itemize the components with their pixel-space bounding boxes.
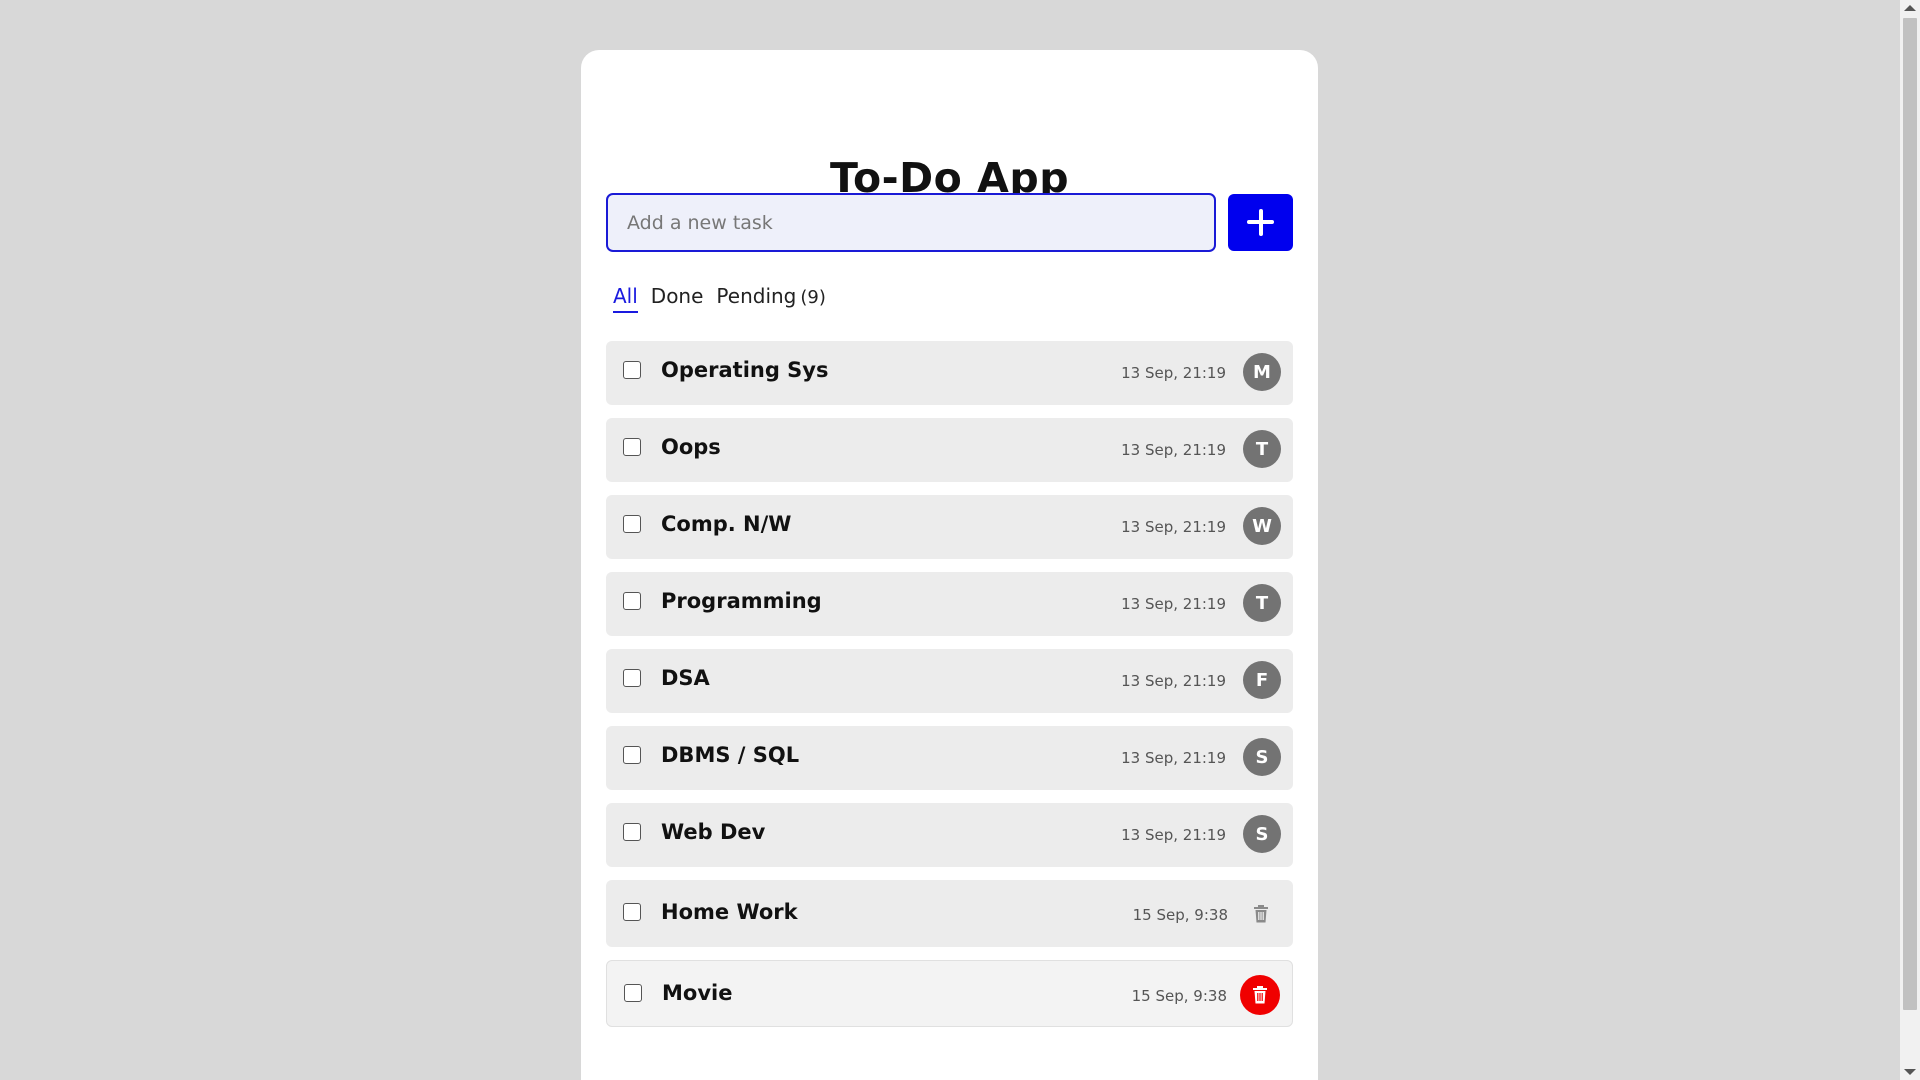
task-checkbox[interactable] [623,592,641,610]
task-item: Comp. N/W 13 Sep, 21:19 W [606,495,1293,559]
task-name: Programming [661,589,822,613]
task-name: DSA [661,666,710,690]
task-item: Home Work 15 Sep, 9:38 [606,880,1293,947]
task-timestamp: 15 Sep, 9:38 [1132,906,1228,924]
pending-count: (9) [800,287,826,308]
task-item: Web Dev 13 Sep, 21:19 S [606,803,1293,867]
task-timestamp: 13 Sep, 21:19 [1121,518,1226,536]
trash-icon [1254,905,1268,923]
avatar: S [1243,738,1281,776]
task-timestamp: 13 Sep, 21:19 [1121,364,1226,382]
task-checkbox[interactable] [623,438,641,456]
add-task-button[interactable] [1228,194,1293,251]
trash-icon [1253,986,1267,1004]
task-checkbox[interactable] [623,669,641,687]
avatar: W [1243,507,1281,545]
task-name: Comp. N/W [661,512,792,536]
todo-card: To-Do App All Done Pending(9) Operating … [581,50,1318,1080]
avatar: T [1243,584,1281,622]
task-item: DBMS / SQL 13 Sep, 21:19 S [606,726,1293,790]
task-list: Operating Sys 13 Sep, 21:19 M Oops 13 Se… [606,341,1293,1040]
task-timestamp: 13 Sep, 21:19 [1121,672,1226,690]
task-item: Programming 13 Sep, 21:19 T [606,572,1293,636]
task-checkbox[interactable] [623,823,641,841]
tab-pending-label: Pending [716,284,797,308]
task-timestamp: 13 Sep, 21:19 [1121,826,1226,844]
filter-tabs: All Done Pending (9) [613,284,826,313]
tab-all[interactable]: All [613,284,638,313]
tab-done[interactable]: Done [651,284,704,313]
task-item: Movie 15 Sep, 9:38 [606,960,1293,1027]
task-timestamp: 13 Sep, 21:19 [1121,749,1226,767]
avatar: F [1243,661,1281,699]
page-scrollbar[interactable] [1900,0,1920,1080]
task-item: DSA 13 Sep, 21:19 F [606,649,1293,713]
task-name: Web Dev [661,820,766,844]
avatar: S [1243,815,1281,853]
delete-task-button[interactable] [1240,975,1280,1015]
task-item: Oops 13 Sep, 21:19 T [606,418,1293,482]
task-checkbox[interactable] [624,984,642,1002]
task-name: Movie [662,981,733,1005]
avatar: M [1243,353,1281,391]
scroll-thumb[interactable] [1903,18,1917,1010]
task-checkbox[interactable] [623,515,641,533]
task-timestamp: 15 Sep, 9:38 [1131,987,1227,1005]
task-name: Home Work [661,900,798,924]
scroll-up-icon[interactable] [1904,5,1916,11]
task-checkbox[interactable] [623,746,641,764]
task-name: Operating Sys [661,358,829,382]
avatar: T [1243,430,1281,468]
task-checkbox[interactable] [623,903,641,921]
new-task-input[interactable] [606,193,1216,252]
delete-task-button[interactable] [1241,894,1281,934]
task-name: Oops [661,435,721,459]
task-name: DBMS / SQL [661,743,800,767]
scroll-down-icon[interactable] [1904,1069,1916,1075]
task-timestamp: 13 Sep, 21:19 [1121,441,1226,459]
tab-pending[interactable]: Pending (9) [716,284,825,313]
task-item: Operating Sys 13 Sep, 21:19 M [606,341,1293,405]
task-checkbox[interactable] [623,361,641,379]
task-timestamp: 13 Sep, 21:19 [1121,595,1226,613]
